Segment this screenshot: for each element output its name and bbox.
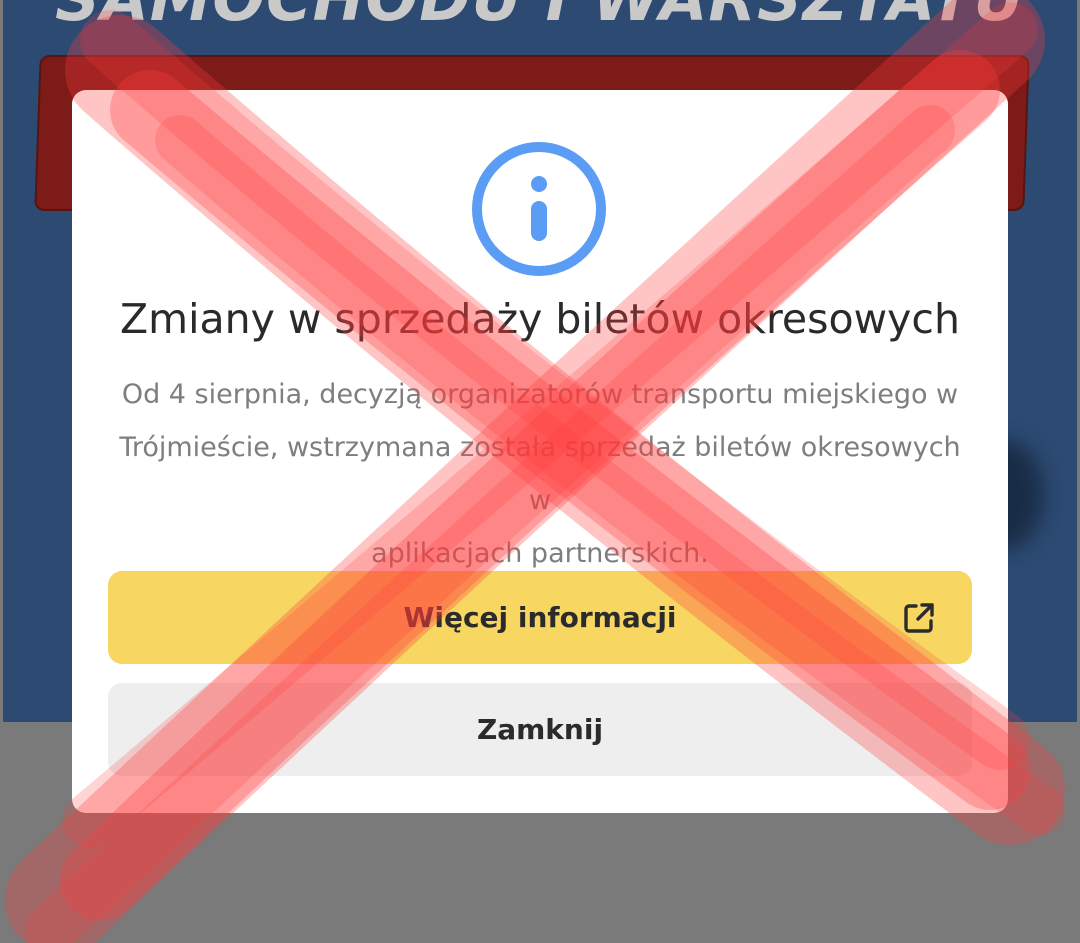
dialog-message-line: Od 4 sierpnia, decyzją organizatorów tra… [121,379,959,410]
dialog-message: Od 4 sierpnia, decyzją organizatorów tra… [112,368,968,580]
dialog-title: Zmiany w sprzedaży biletów okresowych [120,295,960,343]
background-headline: SAMOCHODU I WARSZTATU [3,0,1077,35]
info-icon [472,142,606,276]
more-info-button[interactable]: Więcej informacji [108,571,972,664]
close-label: Zamknij [476,713,604,746]
more-info-label: Więcej informacji [403,601,677,634]
close-button[interactable]: Zamknij [108,683,972,776]
info-dialog: Zmiany w sprzedaży biletów okresowych Od… [72,90,1008,813]
dialog-message-line: Trójmieście, wstrzymana została sprzedaż… [119,432,961,516]
external-link-icon [904,603,934,633]
